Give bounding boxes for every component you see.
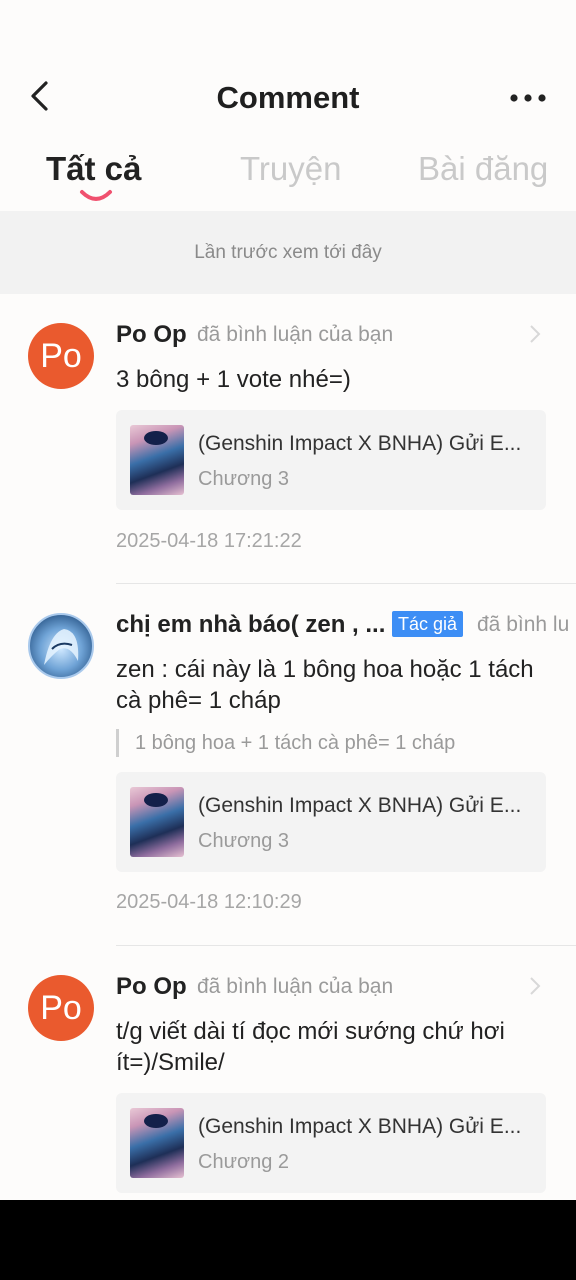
active-tab-indicator	[80, 190, 112, 201]
story-thumbnail	[130, 787, 184, 857]
comment-text: t/g viết dài tí đọc mới sướng chứ hơi ít…	[116, 1018, 505, 1076]
chapter-label: Chương 3	[198, 468, 289, 490]
user-name[interactable]: Po Op	[116, 321, 187, 349]
chevron-right-icon[interactable]	[528, 324, 542, 344]
tab-all[interactable]: Tất cả	[46, 150, 141, 188]
comment-item[interactable]: Po Po Op đã bình luận của bạn 3 bông + 1…	[0, 294, 576, 584]
user-name[interactable]: Po Op	[116, 973, 187, 1001]
author-badge: Tác giả	[392, 611, 464, 637]
chevron-right-icon[interactable]	[528, 976, 542, 996]
story-thumbnail	[130, 425, 184, 495]
action-text: đã bình luận của bạn	[197, 323, 394, 346]
story-title: (Genshin Impact X BNHA) Gửi E...	[198, 432, 522, 455]
user-name[interactable]: chị em nhà báo( zen , ...	[116, 611, 385, 639]
story-title: (Genshin Impact X BNHA) Gửi E...	[198, 1115, 522, 1138]
more-options-icon[interactable]	[508, 88, 548, 108]
timestamp: 2025-04-18 17:21:22	[116, 530, 302, 552]
last-viewed-banner: Lần trước xem tới đây	[0, 211, 576, 294]
top-bar: Comment Tất cả Truyện Bài đăng	[0, 0, 576, 210]
story-card[interactable]: (Genshin Impact X BNHA) Gửi E... Chương …	[116, 772, 546, 872]
comment-item[interactable]: chị em nhà báo( zen , ... Tác giả đã bìn…	[0, 584, 576, 946]
comment-text: zen : cái này là 1 bông hoa hoặc 1 tách …	[116, 656, 534, 714]
comment-item[interactable]: Po Po Op đã bình luận của bạn t/g viết d…	[0, 946, 576, 1200]
timestamp: 2025-04-18 12:10:29	[116, 891, 302, 913]
chapter-label: Chương 2	[198, 1151, 289, 1173]
avatar-image	[44, 629, 79, 665]
comment-text: 3 bông + 1 vote nhé=)	[116, 366, 351, 393]
avatar[interactable]	[28, 613, 94, 679]
action-text: đã bình luận của bạn	[197, 975, 394, 998]
quoted-text: 1 bông hoa + 1 tách cà phê= 1 cháp	[116, 729, 455, 757]
story-card[interactable]: (Genshin Impact X BNHA) Gửi E... Chương …	[116, 1093, 546, 1193]
story-card[interactable]: (Genshin Impact X BNHA) Gửi E... Chương …	[116, 410, 546, 510]
action-text: đã bình lu	[477, 613, 570, 636]
tab-stories[interactable]: Truyện	[240, 150, 341, 188]
tab-posts[interactable]: Bài đăng	[418, 150, 548, 188]
avatar[interactable]: Po	[28, 323, 94, 389]
system-nav-bar	[0, 1200, 576, 1280]
story-title: (Genshin Impact X BNHA) Gửi E...	[198, 794, 522, 817]
story-thumbnail	[130, 1108, 184, 1178]
avatar[interactable]: Po	[28, 975, 94, 1041]
page-title: Comment	[216, 80, 360, 115]
chapter-label: Chương 3	[198, 830, 289, 852]
